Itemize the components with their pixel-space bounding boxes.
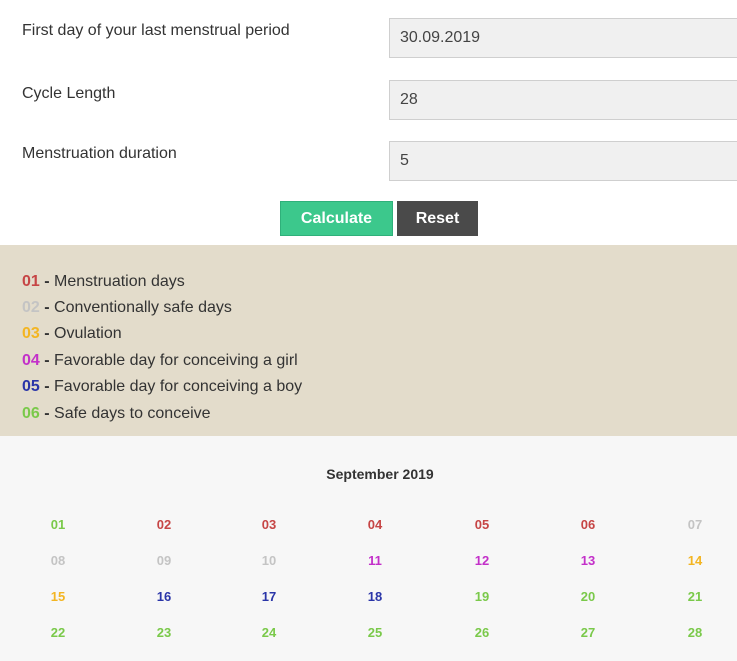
calendar-day: 15	[50, 589, 66, 604]
calendar: September 2019 01 02 03 04 05 06 07 08 09 10 11 12 1…	[0, 436, 737, 661]
calendar-day: 17	[261, 589, 277, 604]
calendar-day: 16	[156, 589, 172, 604]
legend-text: Ovulation	[54, 325, 122, 342]
calendar-day: 19	[474, 589, 490, 604]
calendar-day: 10	[261, 553, 277, 568]
legend-item-boy: 05 - Favorable day for conceiving a boy	[22, 376, 302, 398]
calendar-day: 27	[580, 625, 596, 640]
duration-row: Menstruation duration	[0, 141, 737, 185]
calendar-day: 02	[156, 517, 172, 532]
legend-text: Favorable day for conceiving a boy	[54, 378, 303, 395]
legend-item-girl: 04 - Favorable day for conceiving a girl	[22, 350, 298, 372]
legend-number: 02	[22, 299, 40, 316]
duration-input[interactable]	[389, 141, 737, 181]
calendar-day: 18	[367, 589, 383, 604]
legend-text: Conventionally safe days	[54, 299, 232, 316]
cycle-length-input[interactable]	[389, 80, 737, 120]
legend-number: 01	[22, 273, 40, 290]
legend-dash: -	[39, 273, 55, 290]
legend-item-ovulation: 03 - Ovulation	[22, 323, 122, 345]
calendar-day: 14	[687, 553, 703, 568]
calendar-day: 24	[261, 625, 277, 640]
legend-item-menstruation: 01 - Menstruation days	[22, 271, 185, 293]
calendar-day: 25	[367, 625, 383, 640]
calendar-day: 06	[580, 517, 596, 532]
calendar-day: 23	[156, 625, 172, 640]
legend-dash: -	[39, 378, 55, 395]
period-date-input[interactable]	[389, 18, 737, 58]
cycle-label: Cycle Length	[22, 85, 116, 102]
reset-button[interactable]: Reset	[397, 201, 478, 236]
legend-dash: -	[39, 352, 55, 369]
calendar-day: 08	[50, 553, 66, 568]
period-row: First day of your last menstrual period	[0, 18, 737, 62]
period-label: First day of your last menstrual period	[22, 22, 290, 39]
cycle-row: Cycle Length	[0, 80, 737, 124]
calendar-day: 01	[50, 517, 66, 532]
calendar-day: 07	[687, 517, 703, 532]
calendar-day: 09	[156, 553, 172, 568]
legend-number: 06	[22, 405, 40, 422]
calendar-day: 11	[368, 553, 382, 568]
calendar-day: 12	[474, 553, 490, 568]
legend-number: 05	[22, 378, 40, 395]
legend-panel: 01 - Menstruation days 02 - Conventional…	[0, 245, 737, 436]
legend-item-safe: 02 - Conventionally safe days	[22, 297, 232, 319]
legend-number: 04	[22, 352, 40, 369]
calendar-day: 26	[474, 625, 490, 640]
legend-number: 03	[22, 325, 40, 342]
calendar-day: 28	[687, 625, 703, 640]
legend-item-conceive: 06 - Safe days to conceive	[22, 403, 211, 425]
legend-dash: -	[39, 325, 55, 342]
calendar-day: 13	[580, 553, 596, 568]
calendar-month-title: September 2019	[326, 466, 434, 482]
calendar-day: 05	[474, 517, 490, 532]
calculate-button[interactable]: Calculate	[280, 201, 393, 236]
calendar-day: 21	[687, 589, 703, 604]
legend-dash: -	[39, 299, 55, 316]
legend-text: Favorable day for conceiving a girl	[54, 352, 298, 369]
calendar-day: 20	[580, 589, 596, 604]
legend-dash: -	[39, 405, 55, 422]
legend-text: Menstruation days	[54, 273, 185, 290]
legend-text: Safe days to conceive	[54, 405, 211, 422]
calendar-day: 04	[367, 517, 383, 532]
calendar-day: 03	[261, 517, 277, 532]
calendar-day: 22	[50, 625, 66, 640]
duration-label: Menstruation duration	[22, 145, 177, 162]
